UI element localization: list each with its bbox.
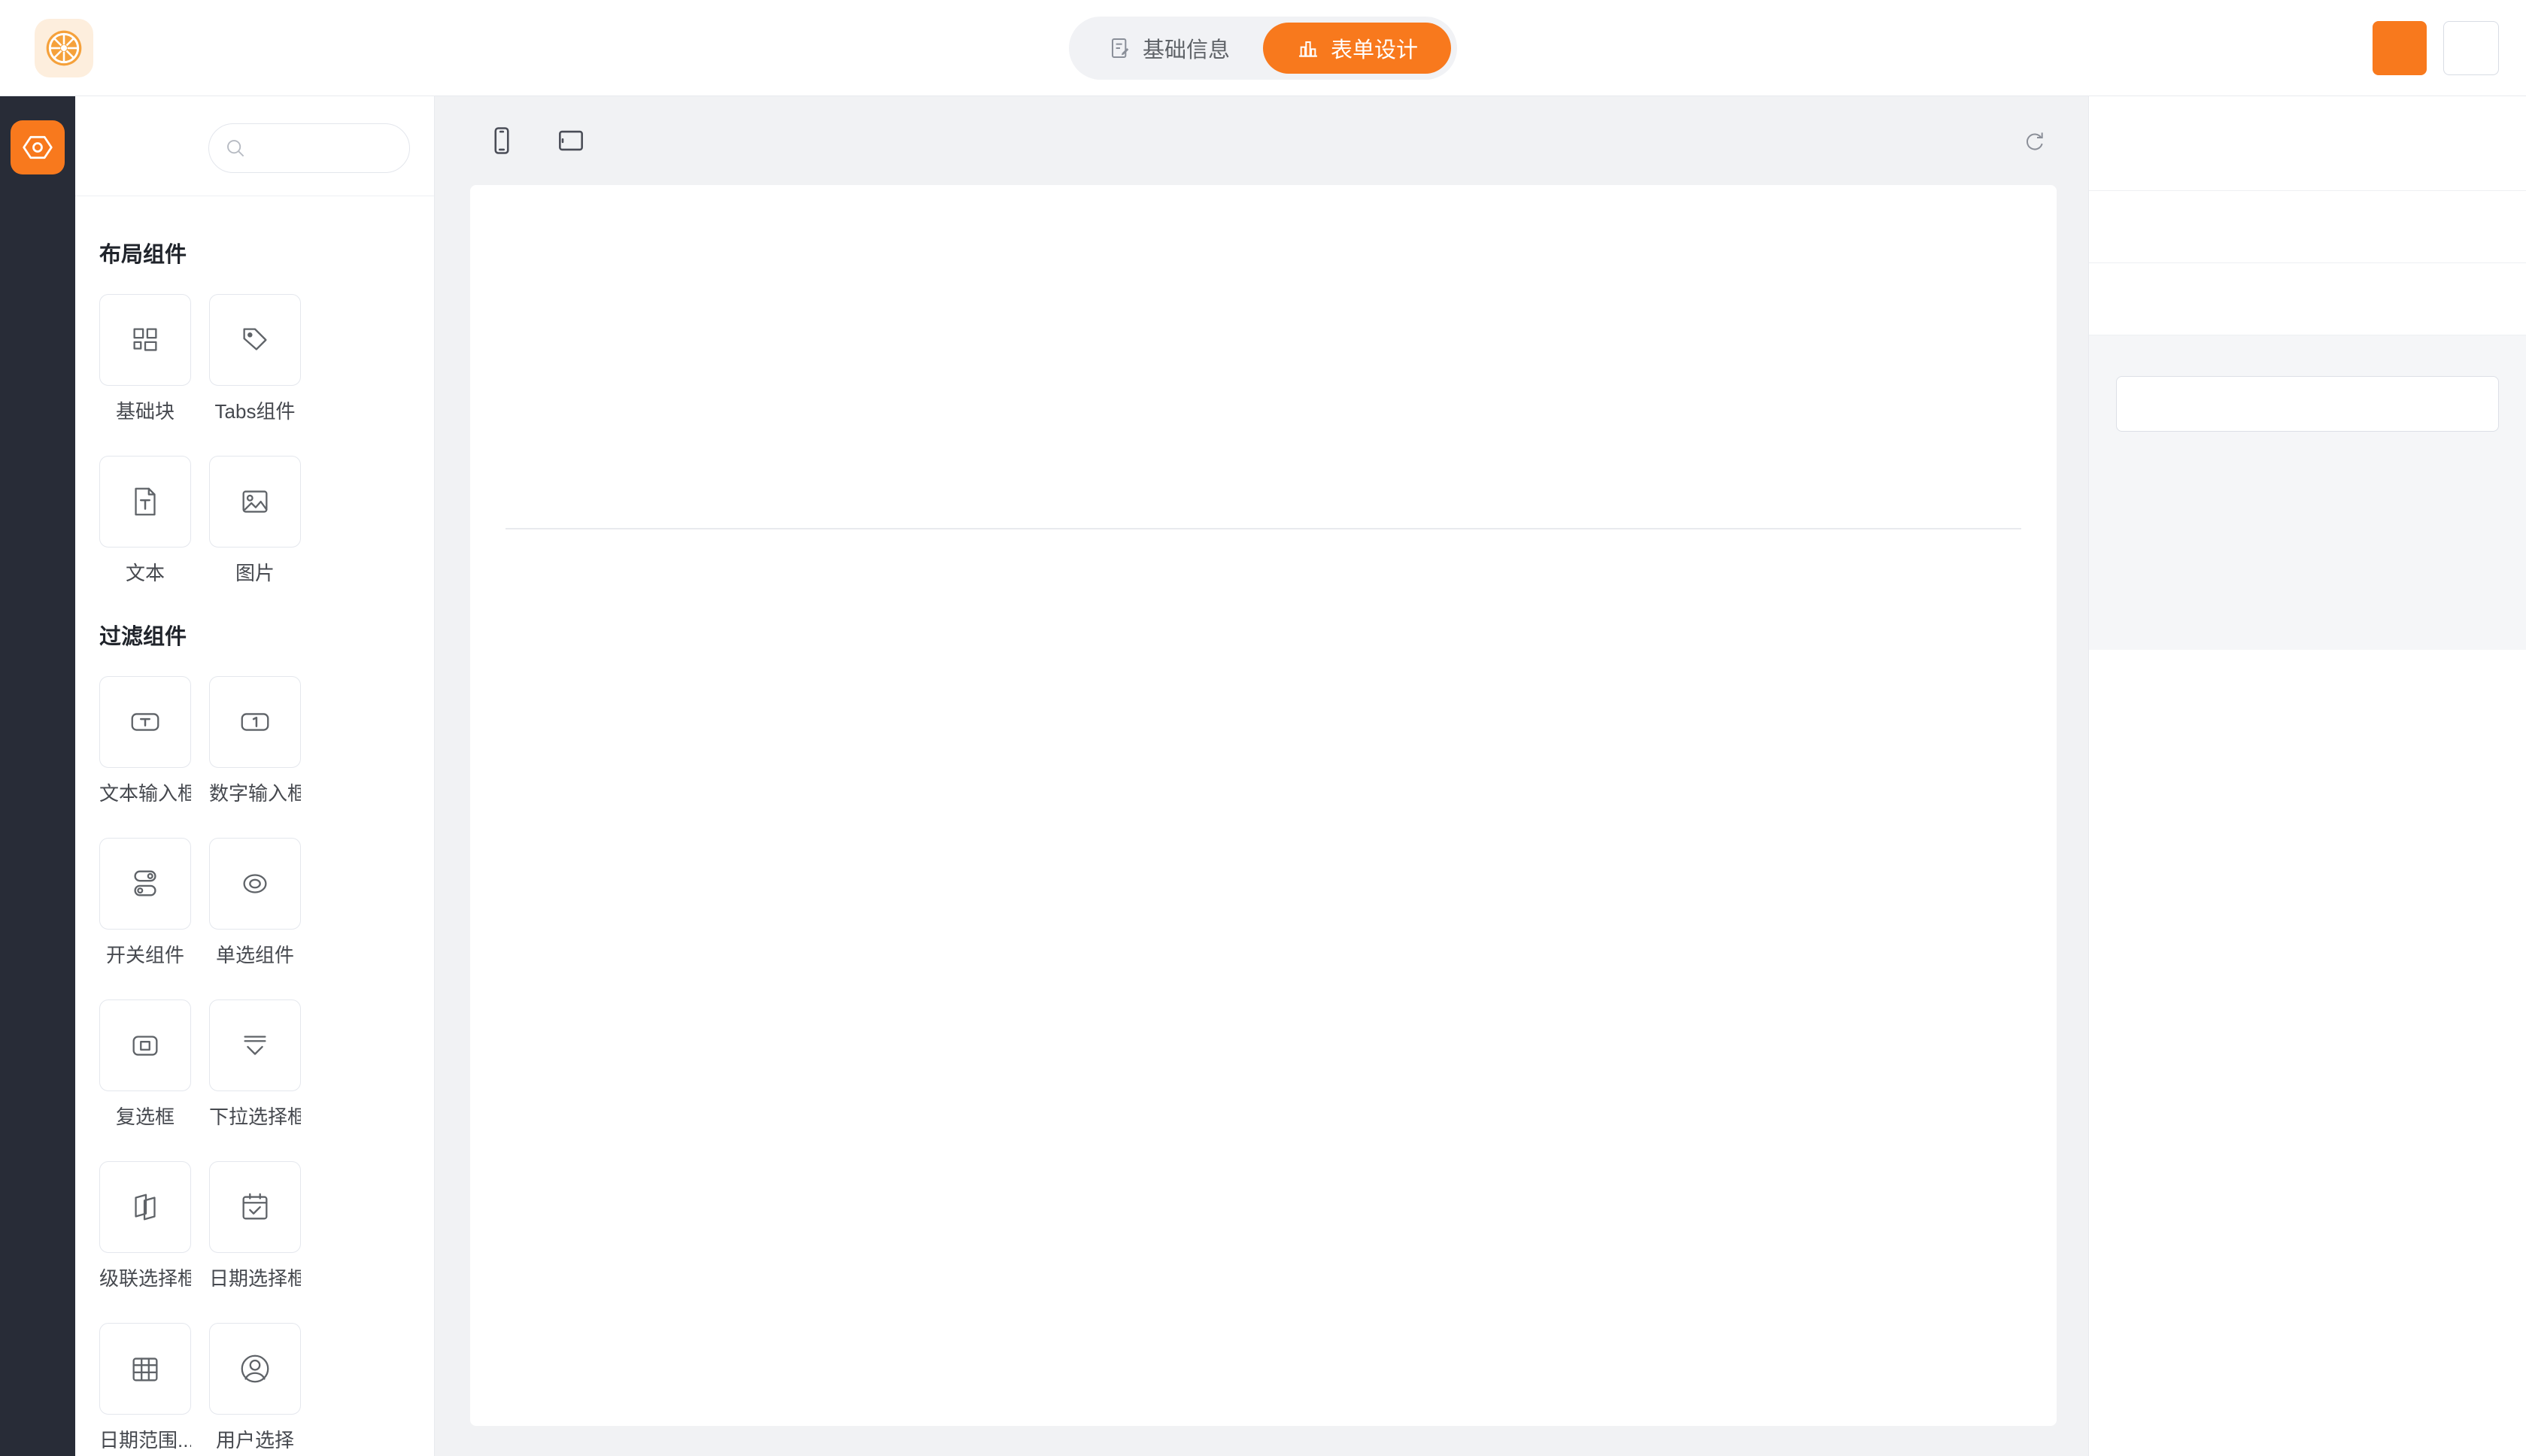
component-box	[209, 676, 301, 768]
component-blocks[interactable]: 基础块	[99, 294, 191, 438]
user-icon	[238, 1351, 272, 1386]
component-box	[99, 838, 191, 930]
dataset-select[interactable]	[2116, 376, 2499, 432]
component-tag[interactable]: Tabs组件	[209, 294, 301, 438]
rail-components-button[interactable]	[11, 120, 65, 174]
component-label: 日期选择框	[209, 1263, 301, 1291]
component-label: 级联选择框	[99, 1263, 191, 1291]
component-box	[209, 1161, 301, 1253]
component-label: 日期范围...	[99, 1425, 191, 1453]
component-box	[209, 999, 301, 1091]
component-date-range[interactable]: 日期范围...	[99, 1323, 191, 1456]
chart-tabs	[506, 474, 2021, 529]
canvas-area	[435, 96, 2088, 1456]
input-number-icon	[238, 705, 272, 739]
component-data-row[interactable]	[2089, 191, 2526, 263]
component-input-text[interactable]: 文本输入框	[99, 676, 191, 820]
dataset-section-row[interactable]	[2089, 263, 2526, 335]
component-grid: 基础块 Tabs组件文本图片	[99, 294, 410, 599]
image-icon	[238, 484, 272, 519]
component-box	[99, 456, 191, 548]
phone-icon	[485, 124, 518, 157]
inspector-panel	[2088, 96, 2526, 1456]
component-label: Tabs组件	[209, 396, 301, 424]
component-image[interactable]: 图片	[209, 456, 301, 599]
component-text-doc[interactable]: 文本	[99, 456, 191, 599]
component-box	[99, 1323, 191, 1415]
refresh-icon	[2022, 129, 2046, 153]
date-icon	[238, 1190, 272, 1224]
component-box	[209, 294, 301, 386]
left-rail	[0, 96, 75, 1456]
component-label: 复选框	[99, 1102, 191, 1130]
cascade-icon	[128, 1190, 162, 1224]
component-label: 数字输入框	[209, 778, 301, 806]
component-checkbox[interactable]: 复选框	[99, 999, 191, 1143]
reset-form-button[interactable]	[2022, 129, 2057, 153]
save-button[interactable]	[2373, 21, 2427, 75]
component-box	[99, 1161, 191, 1253]
component-select[interactable]: 下拉选择框	[209, 999, 301, 1143]
component-box	[99, 676, 191, 768]
component-date[interactable]: 日期选择框	[209, 1161, 301, 1305]
radio-icon	[238, 866, 272, 901]
tag-icon	[238, 323, 272, 357]
tablet-icon	[554, 124, 587, 157]
dataset-config-block	[2089, 335, 2526, 650]
component-label: 基础块	[99, 396, 191, 424]
app-header: 基础信息 表单设计	[0, 0, 2526, 96]
form-design-sheet[interactable]	[470, 185, 2057, 1426]
component-label: 文本	[99, 558, 191, 586]
header-tab-label: 表单设计	[1331, 32, 1418, 64]
blocks-icon	[128, 323, 162, 357]
component-switch[interactable]: 开关组件	[99, 838, 191, 981]
search-icon	[224, 137, 247, 159]
device-tablet-button[interactable]	[539, 109, 603, 172]
component-input-number[interactable]: 数字输入框	[209, 676, 301, 820]
component-grid: 文本输入框数字输入框开关组件单选组件复选框下拉选择框级联选择框日期选择框日期范围…	[99, 676, 410, 1456]
component-box	[99, 294, 191, 386]
component-cascade[interactable]: 级联选择框	[99, 1161, 191, 1305]
back-button[interactable]	[2443, 21, 2499, 75]
section-title: 过滤组件	[99, 619, 410, 651]
header-actions	[2373, 21, 2499, 75]
component-box	[209, 838, 301, 930]
canvas-toolbar	[435, 96, 2088, 185]
component-box	[209, 456, 301, 548]
orange-logo-icon	[43, 27, 85, 69]
component-label: 开关组件	[99, 940, 191, 968]
checkbox-icon	[128, 1028, 162, 1063]
hexagon-icon	[21, 131, 54, 164]
section-title: 布局组件	[99, 237, 410, 268]
device-phone-button[interactable]	[470, 109, 533, 172]
component-box	[99, 999, 191, 1091]
component-label: 下拉选择框	[209, 1102, 301, 1130]
component-label: 图片	[209, 558, 301, 586]
header-tab-基础信息[interactable]: 基础信息	[1075, 23, 1263, 74]
chart-icon	[1296, 36, 1320, 60]
date-range-icon	[128, 1351, 162, 1386]
component-search[interactable]	[208, 123, 410, 173]
component-panel: 布局组件基础块 Tabs组件文本图片过滤组件文本输入框数字输入框开关组件单选组件复…	[75, 96, 435, 1456]
select-icon	[238, 1028, 272, 1063]
input-text-icon	[128, 705, 162, 739]
header-nav-tabs: 基础信息 表单设计	[1069, 17, 1457, 80]
search-input[interactable]	[256, 137, 391, 160]
component-label: 单选组件	[209, 940, 301, 968]
component-radio[interactable]: 单选组件	[209, 838, 301, 981]
component-box	[209, 1323, 301, 1415]
app-logo	[35, 19, 93, 77]
component-user[interactable]: 用户选择	[209, 1323, 301, 1456]
header-tab-表单设计[interactable]: 表单设计	[1263, 23, 1451, 74]
component-label: 文本输入框	[99, 778, 191, 806]
text-doc-icon	[128, 484, 162, 519]
header-tab-label: 基础信息	[1143, 32, 1230, 64]
switch-icon	[128, 866, 162, 901]
component-label: 用户选择	[209, 1425, 301, 1453]
form-icon	[1108, 36, 1132, 60]
